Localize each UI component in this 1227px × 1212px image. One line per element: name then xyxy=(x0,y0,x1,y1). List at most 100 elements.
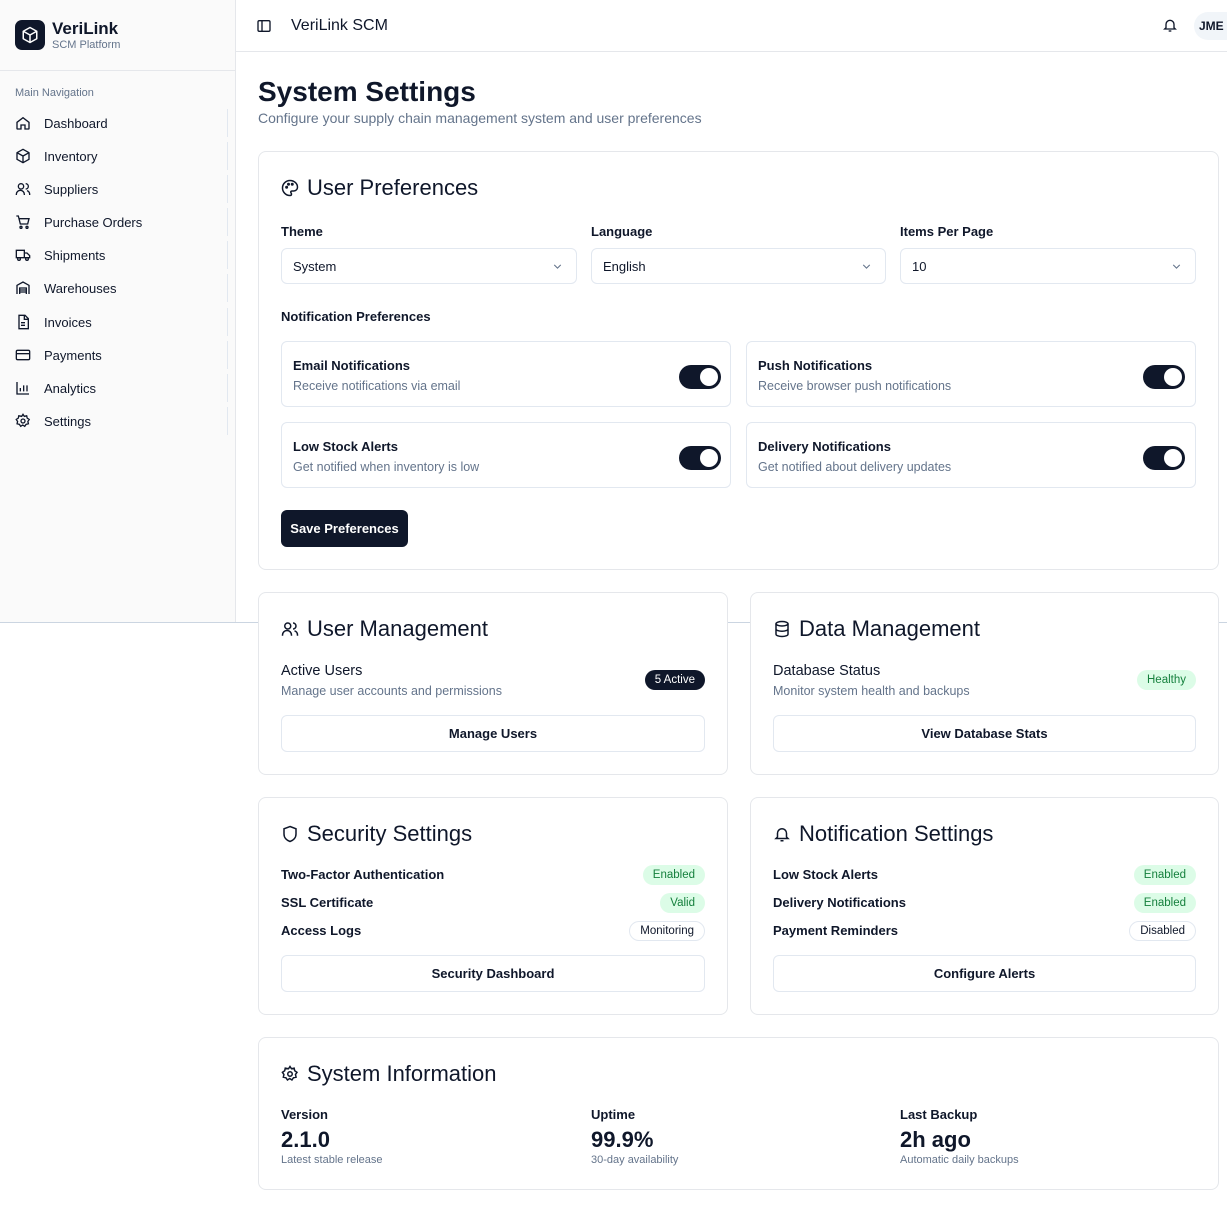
sidebar-toggle-icon[interactable] xyxy=(256,18,272,34)
status-badge: Enabled xyxy=(1133,893,1196,913)
last-backup-desc: Automatic daily backups xyxy=(900,1154,1019,1166)
language-label: Language xyxy=(591,224,653,239)
sidebar-item-warehouses[interactable]: Warehouses xyxy=(0,274,228,302)
active-users-title: Active Users xyxy=(281,663,363,679)
data-management-card: Data Management Database Status Monitor … xyxy=(750,592,1219,775)
pref-email-notifications: Email Notifications Receive notification… xyxy=(281,341,731,407)
sidebar-item-dashboard[interactable]: Dashboard xyxy=(0,109,228,137)
pref-title: Email Notifications xyxy=(293,358,411,373)
card-title: Security Settings xyxy=(281,821,472,847)
version-value: 2.1.0 xyxy=(281,1127,330,1152)
manage-users-button[interactable]: Manage Users xyxy=(281,715,705,752)
brand-name: VeriLink xyxy=(52,18,119,38)
nav-section-label: Main Navigation xyxy=(15,87,94,99)
user-preferences-card: User Preferences Theme System Language E… xyxy=(258,151,1219,570)
security-dashboard-button[interactable]: Security Dashboard xyxy=(281,955,705,992)
last-backup-label: Last Backup xyxy=(900,1107,978,1122)
sidebar-item-analytics[interactable]: Analytics xyxy=(0,374,228,402)
package-icon xyxy=(16,148,30,164)
card-title-text: Notification Settings xyxy=(799,821,994,846)
sidebar-item-label: Shipments xyxy=(44,247,106,263)
email-notifications-toggle[interactable] xyxy=(679,365,721,389)
sidebar-item-settings[interactable]: Settings xyxy=(0,407,228,435)
status-badge: Enabled xyxy=(642,865,705,885)
chevron-down-icon xyxy=(553,264,562,269)
items-per-page-select[interactable]: 10 xyxy=(900,248,1196,284)
status-badge: Healthy xyxy=(1137,670,1196,690)
gear-icon xyxy=(281,1065,299,1082)
chart-icon xyxy=(16,382,29,395)
low-stock-alerts-toggle[interactable] xyxy=(679,446,721,470)
sidebar-item-suppliers[interactable]: Suppliers xyxy=(0,175,228,203)
status-badge: 5 Active xyxy=(644,670,705,690)
status-badge: Enabled xyxy=(1133,865,1196,885)
bell-icon[interactable] xyxy=(1162,17,1178,33)
security-row-label: SSL Certificate xyxy=(281,895,374,910)
palette-icon xyxy=(281,179,299,197)
sidebar-item-purchase-orders[interactable]: Purchase Orders xyxy=(0,208,228,236)
pref-title: Push Notifications xyxy=(758,358,873,373)
card-title: Notification Settings xyxy=(773,821,993,847)
theme-select[interactable]: System xyxy=(281,248,577,284)
security-row-label: Access Logs xyxy=(281,923,362,938)
uptime-label: Uptime xyxy=(591,1107,636,1122)
pref-title: Delivery Notifications xyxy=(758,439,891,454)
card-title: User Preferences xyxy=(281,175,478,201)
notification-row-label: Low Stock Alerts xyxy=(773,867,878,882)
sidebar-item-label: Settings xyxy=(44,413,91,429)
notification-settings-card: Notification Settings Low Stock Alerts E… xyxy=(750,797,1219,1015)
pref-desc: Get notified when inventory is low xyxy=(293,460,480,474)
pref-delivery-notifications: Delivery Notifications Get notified abou… xyxy=(746,422,1196,488)
users-icon xyxy=(281,622,299,636)
header-title: VeriLink SCM xyxy=(291,16,388,34)
save-preferences-button[interactable]: Save Preferences xyxy=(281,510,408,547)
avatar[interactable]: JME xyxy=(1194,12,1227,40)
sidebar-item-label: Invoices xyxy=(44,314,92,330)
uptime-desc: 30-day availability xyxy=(591,1154,679,1166)
sidebar-item-inventory[interactable]: Inventory xyxy=(0,142,228,170)
notification-preferences-label: Notification Preferences xyxy=(281,309,431,324)
sidebar-item-label: Inventory xyxy=(44,148,98,164)
configure-alerts-button[interactable]: Configure Alerts xyxy=(773,955,1196,992)
card-title: User Management xyxy=(281,616,488,642)
security-settings-card: Security Settings Two-Factor Authenticat… xyxy=(258,797,728,1015)
page-subtitle: Configure your supply chain management s… xyxy=(258,110,702,126)
warehouse-icon xyxy=(16,281,30,294)
language-value: English xyxy=(603,258,646,274)
users-icon xyxy=(15,183,31,195)
view-database-stats-button[interactable]: View Database Stats xyxy=(773,715,1196,752)
card-title-text: System Information xyxy=(307,1061,497,1086)
database-status-desc: Monitor system health and backups xyxy=(773,684,970,698)
top-bar: VeriLink SCM JME xyxy=(236,0,1227,52)
sidebar-item-payments[interactable]: Payments xyxy=(0,341,228,369)
database-icon xyxy=(775,620,789,638)
sidebar-item-label: Warehouses xyxy=(44,280,117,296)
language-select[interactable]: English xyxy=(591,248,886,284)
sidebar-item-shipments[interactable]: Shipments xyxy=(0,241,228,269)
push-notifications-toggle[interactable] xyxy=(1143,365,1185,389)
card-title-text: User Management xyxy=(307,616,488,641)
brand[interactable]: VeriLink SCM Platform xyxy=(0,0,235,71)
sidebar-item-invoices[interactable]: Invoices xyxy=(0,308,228,336)
pref-low-stock-alerts: Low Stock Alerts Get notified when inven… xyxy=(281,422,731,488)
items-per-page-label: Items Per Page xyxy=(900,224,994,239)
version-desc: Latest stable release xyxy=(281,1154,383,1166)
database-status-title: Database Status xyxy=(773,663,881,679)
pref-desc: Receive notifications via email xyxy=(293,379,461,393)
status-badge: Valid xyxy=(660,893,705,913)
cart-icon xyxy=(16,215,30,229)
sidebar-item-label: Dashboard xyxy=(44,115,108,131)
sidebar-item-label: Suppliers xyxy=(44,181,99,197)
delivery-notifications-toggle[interactable] xyxy=(1143,446,1185,470)
status-badge: Monitoring xyxy=(629,921,705,941)
sidebar-item-label: Payments xyxy=(44,347,102,363)
items-per-page-value: 10 xyxy=(912,258,927,274)
theme-value: System xyxy=(293,258,337,274)
file-icon xyxy=(18,314,29,330)
last-backup-value: 2h ago xyxy=(900,1127,971,1152)
pref-desc: Get notified about delivery updates xyxy=(758,460,952,474)
notification-row-label: Delivery Notifications xyxy=(773,895,906,910)
chevron-down-icon xyxy=(1172,264,1181,269)
home-icon xyxy=(16,116,30,130)
theme-label: Theme xyxy=(281,224,323,239)
